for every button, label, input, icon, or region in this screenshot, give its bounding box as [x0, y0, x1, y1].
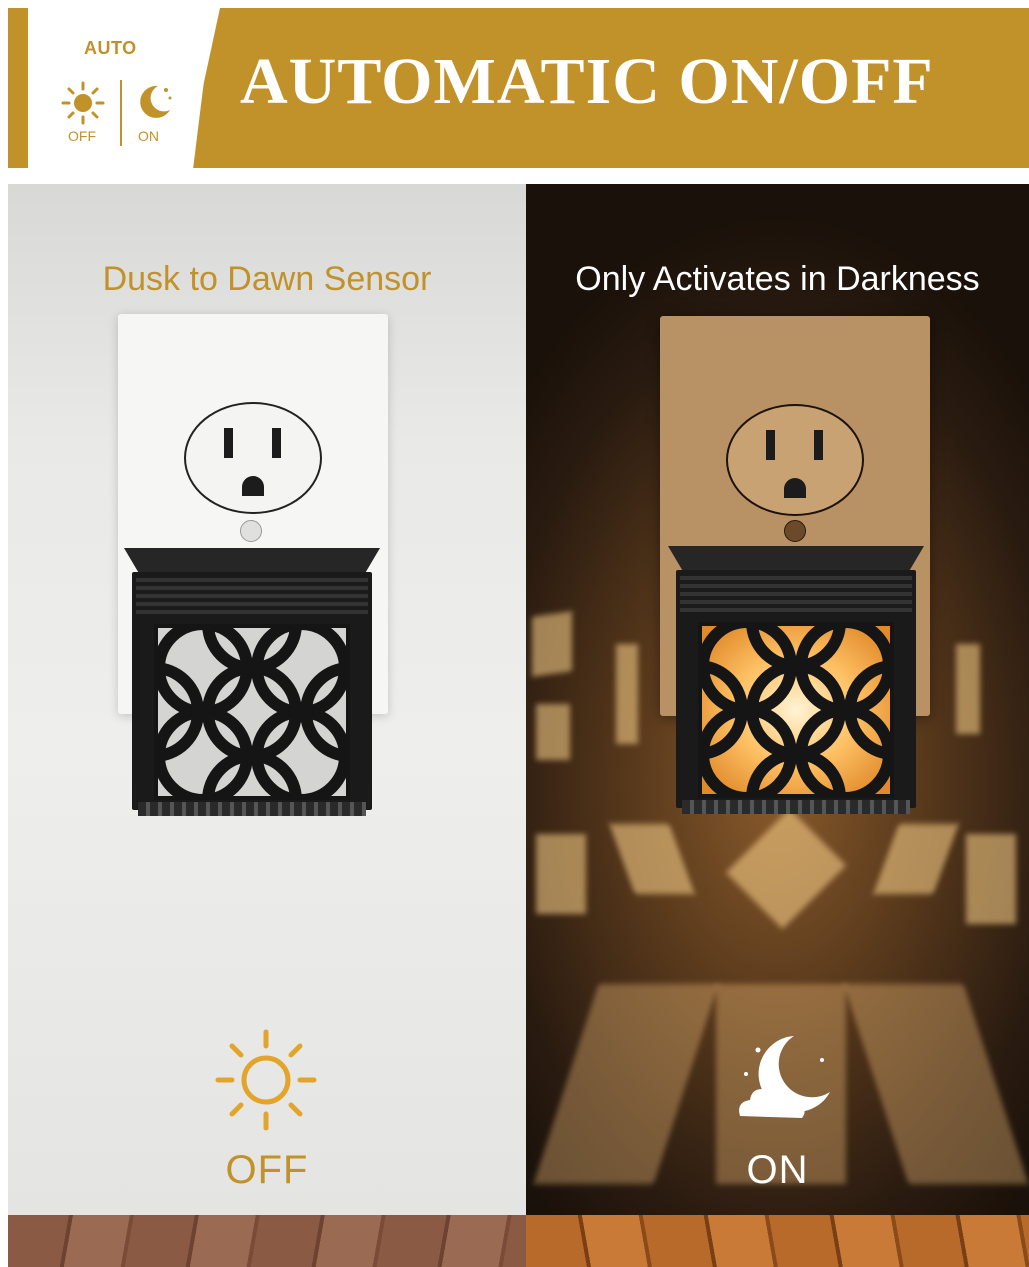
- wood-floor-night: [526, 1215, 1029, 1267]
- night-light-device: [668, 546, 924, 818]
- wall-outlet: [726, 404, 864, 516]
- light-beam: [616, 644, 638, 744]
- device-lip: [136, 578, 368, 614]
- lattice-pattern-lit: [698, 622, 894, 798]
- moon-icon: [140, 85, 172, 118]
- device-foot: [682, 800, 910, 814]
- badge-divider: [120, 80, 122, 146]
- night-panel-title: Only Activates in Darkness: [575, 260, 980, 298]
- outlet-slot: [272, 428, 281, 458]
- sun-icon: [215, 1029, 317, 1131]
- wood-floor-day: [8, 1215, 526, 1267]
- device-lip: [680, 576, 912, 612]
- light-beam: [609, 824, 695, 894]
- light-beam: [966, 834, 1016, 924]
- light-beam: [873, 824, 959, 894]
- wall-outlet: [184, 402, 322, 514]
- light-beam: [536, 834, 586, 914]
- light-beam: [956, 644, 980, 734]
- plate-screw: [240, 520, 262, 542]
- night-panel: Only Activates in Darkness ON: [526, 184, 1029, 1215]
- device-top: [668, 546, 924, 572]
- lattice-pattern: [154, 624, 350, 800]
- badge-auto-label: AUTO: [84, 38, 137, 58]
- day-panel: Dusk to Dawn Sensor OFF: [8, 184, 526, 1215]
- sun-icon: [61, 81, 105, 125]
- banner-title: AUTOMATIC ON/OFF: [240, 45, 934, 118]
- device-foot: [138, 802, 366, 816]
- plate-screw: [784, 520, 806, 542]
- light-beam: [536, 704, 570, 760]
- night-status-label: ON: [746, 1148, 809, 1192]
- banner: AUTO OFF ON AUTOMATIC ON/OFF: [8, 8, 1029, 168]
- day-status-label: OFF: [225, 1148, 309, 1192]
- night-light-device: [124, 548, 380, 820]
- badge-on-label: ON: [138, 128, 159, 144]
- day-panel-title: Dusk to Dawn Sensor: [102, 260, 432, 298]
- outlet-slot: [814, 430, 823, 460]
- light-beam: [532, 611, 572, 677]
- device-top: [124, 548, 380, 574]
- outlet-slot: [224, 428, 233, 458]
- outlet-ground: [242, 476, 264, 496]
- outlet-slot: [766, 430, 775, 460]
- outlet-ground: [784, 478, 806, 498]
- badge-off-label: OFF: [68, 128, 96, 144]
- light-beam: [725, 808, 847, 930]
- moon-cloud-icon: [739, 1036, 830, 1118]
